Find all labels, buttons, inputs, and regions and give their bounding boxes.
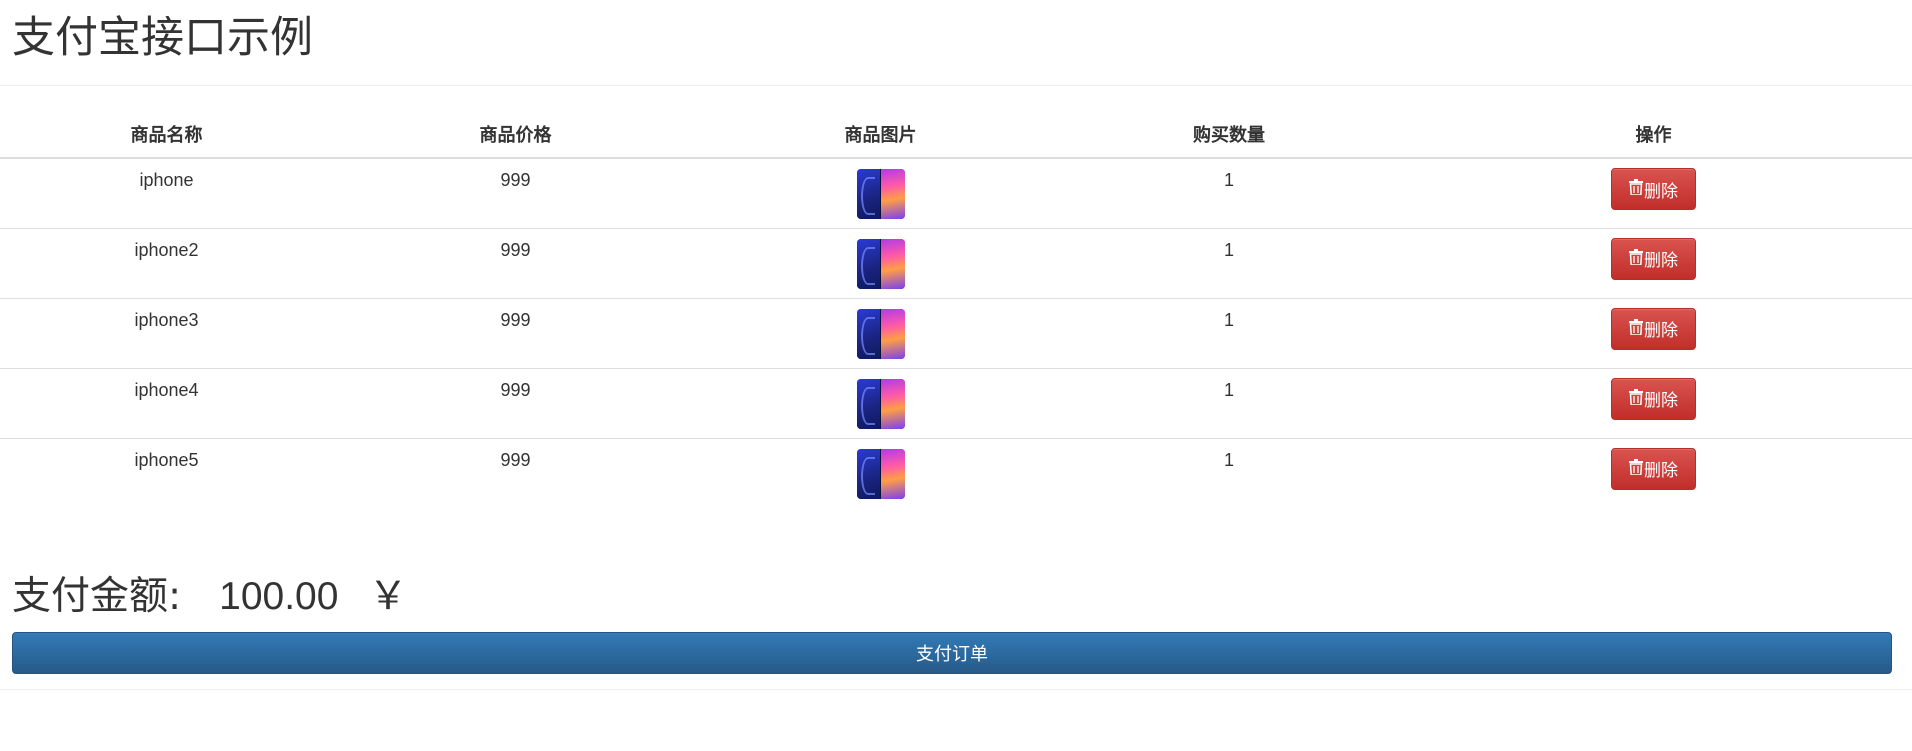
- delete-button-label: 删除: [1644, 391, 1678, 410]
- product-price: 999: [333, 227, 698, 298]
- trash-icon: [1629, 318, 1643, 335]
- product-name: iphone2: [0, 227, 333, 298]
- table-header-row: 商品名称 商品价格 商品图片 购买数量 操作: [0, 110, 1912, 159]
- delete-button[interactable]: 删除: [1611, 307, 1696, 350]
- trash-icon: [1629, 179, 1643, 195]
- product-name: iphone4: [0, 367, 333, 438]
- table-row: iphone5 999 1 删除: [0, 437, 1912, 508]
- trash-icon: [1629, 458, 1643, 475]
- phone-product-image: [856, 238, 905, 289]
- delete-button[interactable]: 删除: [1611, 237, 1696, 280]
- cart-table: 商品名称 商品价格 商品图片 购买数量 操作 iphone 999 1 删除 i…: [0, 110, 1912, 508]
- delete-button[interactable]: 删除: [1611, 377, 1696, 420]
- delete-button-label: 删除: [1644, 461, 1678, 480]
- trash-icon: [1629, 388, 1643, 405]
- table-row: iphone4 999 1 删除: [0, 367, 1912, 438]
- column-header-price: 商品价格: [333, 110, 698, 159]
- amount-value: 100.00: [219, 575, 339, 618]
- page-header: 支付宝接口示例: [0, 0, 1912, 86]
- pay-order-button[interactable]: 支付订单: [12, 632, 1892, 674]
- column-header-image: 商品图片: [698, 110, 1063, 159]
- product-price: 999: [500, 170, 531, 190]
- product-quantity: 1: [1063, 437, 1395, 508]
- product-price: 999: [333, 297, 698, 368]
- delete-button[interactable]: 删除: [1611, 447, 1696, 490]
- table-row: iphone3 999 1 删除: [0, 297, 1912, 368]
- amount-label: 支付金额:: [12, 574, 182, 619]
- product-price: 999: [333, 367, 698, 438]
- phone-product-image: [856, 169, 905, 219]
- product-quantity: 1: [1063, 227, 1395, 298]
- product-name: iphone5: [0, 437, 333, 508]
- divider: [0, 689, 1912, 690]
- phone-product-image: [856, 378, 905, 429]
- product-quantity: 1: [1063, 367, 1395, 438]
- phone-product-image: [856, 308, 905, 359]
- product-price: 999: [333, 437, 698, 508]
- product-name: iphone3: [0, 297, 333, 368]
- trash-icon: [1629, 248, 1643, 265]
- column-header-quantity: 购买数量: [1063, 110, 1395, 159]
- phone-product-image: [856, 448, 905, 499]
- delete-button[interactable]: 删除: [1611, 168, 1696, 210]
- product-quantity: 1: [1223, 170, 1234, 190]
- payment-amount: 支付金额: 100.00 ￥: [12, 571, 407, 623]
- page-title: 支付宝接口示例: [12, 13, 313, 63]
- column-header-name: 商品名称: [0, 110, 333, 159]
- table-row: iphone2 999 1 删除: [0, 227, 1912, 298]
- column-header-action: 操作: [1395, 110, 1912, 159]
- table-row: iphone 999 1 删除: [0, 158, 1912, 228]
- product-quantity: 1: [1063, 297, 1395, 368]
- product-name: iphone: [139, 170, 194, 190]
- currency-symbol: ￥: [368, 574, 408, 619]
- delete-button-label: 删除: [1644, 181, 1678, 201]
- delete-button-label: 删除: [1644, 251, 1678, 270]
- delete-button-label: 删除: [1644, 321, 1678, 340]
